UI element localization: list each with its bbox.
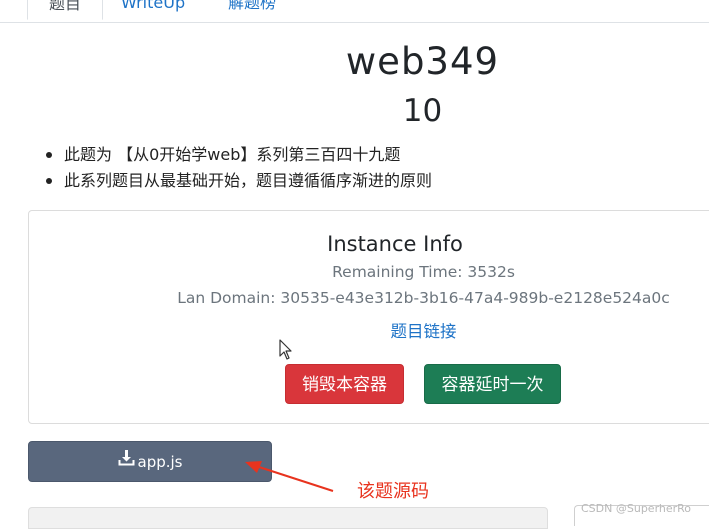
- challenge-title: web349: [345, 40, 500, 83]
- challenge-description: 此题为 【从0开始学web】系列第三百四十九题 此系列题目从最基础开始，题目遵循…: [46, 142, 432, 194]
- download-icon: [118, 441, 135, 481]
- challenge-link-label[interactable]: 题目链接: [391, 322, 457, 341]
- description-item: 此题为 【从0开始学web】系列第三百四十九题: [46, 142, 432, 168]
- lan-domain: Lan Domain: 30535-e43e312b-3b16-47a4-989…: [177, 289, 670, 307]
- mouse-cursor-icon: [279, 339, 293, 365]
- instance-title: Instance Info: [327, 232, 463, 256]
- description-item: 此系列题目从最基础开始，题目遵循循序渐进的原则: [46, 168, 432, 194]
- tab-bar: 题目 WriteUp 解题榜: [0, 0, 709, 23]
- tab-challenge[interactable]: 题目: [27, 0, 103, 20]
- tab-writeup[interactable]: WriteUp: [121, 0, 185, 18]
- remaining-time: Remaining Time: 3532s: [332, 263, 515, 281]
- tab-leaderboard[interactable]: 解题榜: [228, 0, 276, 18]
- download-label: app.js: [137, 453, 183, 471]
- annotation-text: 该题源码: [357, 481, 429, 502]
- code-panel: [28, 507, 548, 529]
- download-app-js-button[interactable]: app.js: [28, 441, 272, 482]
- extend-container-button[interactable]: 容器延时一次: [424, 364, 561, 404]
- watermark: CSDN @SuperherRo: [581, 502, 692, 515]
- challenge-score: 10: [402, 93, 443, 129]
- challenge-link[interactable]: 题目链接: [0, 320, 709, 344]
- destroy-container-button[interactable]: 销毁本容器: [285, 364, 404, 404]
